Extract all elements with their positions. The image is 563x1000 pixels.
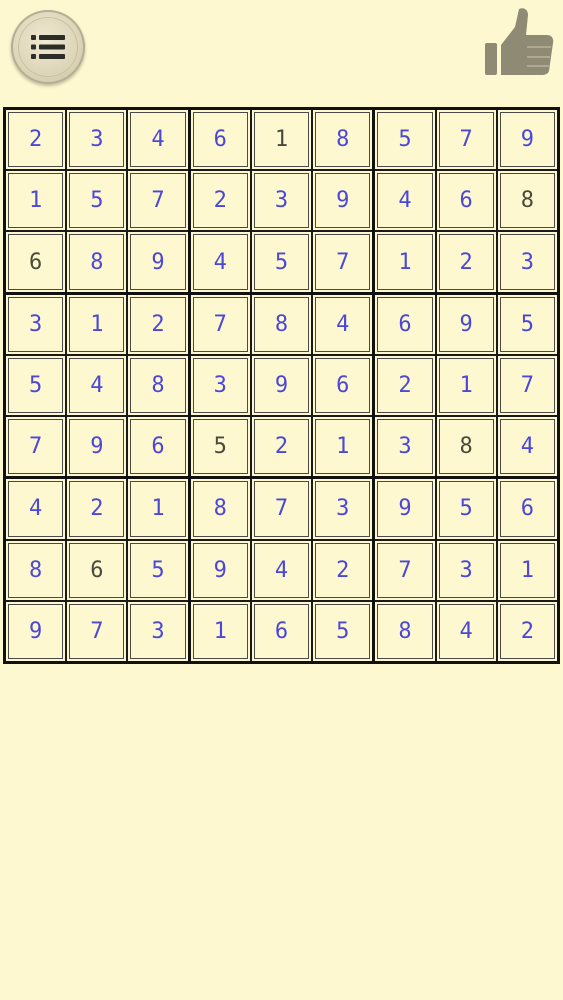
sudoku-cell[interactable]: 3 xyxy=(6,294,66,354)
sudoku-cell[interactable]: 3 xyxy=(190,355,250,416)
sudoku-cell[interactable]: 1 xyxy=(313,417,373,477)
sudoku-cell[interactable]: 8 xyxy=(436,417,496,477)
sudoku-board: 2341576896182394575794681233125487967843… xyxy=(3,107,560,664)
sudoku-cell[interactable]: 8 xyxy=(6,540,66,600)
sudoku-cell[interactable]: 1 xyxy=(497,540,557,600)
sudoku-box: 234 157 689 xyxy=(6,110,188,292)
sudoku-box: 695 217 384 xyxy=(375,294,557,477)
thumbs-up-icon xyxy=(485,8,554,75)
menu-button-face xyxy=(19,18,77,76)
sudoku-cell[interactable]: 4 xyxy=(497,417,557,477)
sudoku-box: 956 731 842 xyxy=(375,479,557,661)
sudoku-cell[interactable]: 9 xyxy=(313,171,373,231)
sudoku-cell[interactable]: 9 xyxy=(6,601,66,661)
sudoku-cell[interactable]: 2 xyxy=(251,417,312,477)
sudoku-cell[interactable]: 4 xyxy=(6,479,66,539)
sudoku-cell[interactable]: 5 xyxy=(313,601,373,661)
sudoku-cell[interactable]: 2 xyxy=(436,232,496,292)
sudoku-cell[interactable]: 3 xyxy=(251,171,312,231)
sudoku-cell[interactable]: 9 xyxy=(190,540,250,600)
sudoku-cell[interactable]: 6 xyxy=(313,355,373,416)
sudoku-cell[interactable]: 5 xyxy=(6,355,66,416)
sudoku-cell[interactable]: 5 xyxy=(436,479,496,539)
sudoku-cell[interactable]: 4 xyxy=(251,540,312,600)
sudoku-cell[interactable]: 7 xyxy=(251,479,312,539)
sudoku-cell[interactable]: 3 xyxy=(313,479,373,539)
sudoku-cell[interactable]: 9 xyxy=(497,110,557,170)
sudoku-cell[interactable]: 9 xyxy=(375,479,435,539)
sudoku-cell[interactable]: 6 xyxy=(497,479,557,539)
sudoku-cell[interactable]: 1 xyxy=(128,479,188,539)
sudoku-cell[interactable]: 8 xyxy=(67,232,127,292)
sudoku-cell[interactable]: 7 xyxy=(375,540,435,600)
sudoku-cell[interactable]: 1 xyxy=(436,355,496,416)
sudoku-cell[interactable]: 3 xyxy=(375,417,435,477)
sudoku-cell[interactable]: 4 xyxy=(375,171,435,231)
sudoku-cell[interactable]: 1 xyxy=(190,601,250,661)
sudoku-cell[interactable]: 4 xyxy=(313,294,373,354)
thumbs-up-button[interactable] xyxy=(483,5,555,77)
sudoku-cell[interactable]: 7 xyxy=(190,294,250,354)
sudoku-cell[interactable]: 9 xyxy=(128,232,188,292)
sudoku-cell[interactable]: 8 xyxy=(497,171,557,231)
sudoku-cell[interactable]: 9 xyxy=(436,294,496,354)
sudoku-cell[interactable]: 6 xyxy=(67,540,127,600)
sudoku-cell[interactable]: 3 xyxy=(67,110,127,170)
sudoku-cell[interactable]: 4 xyxy=(67,355,127,416)
sudoku-cell[interactable]: 6 xyxy=(436,171,496,231)
sudoku-cell[interactable]: 5 xyxy=(128,540,188,600)
sudoku-cell[interactable]: 8 xyxy=(375,601,435,661)
sudoku-box: 618 239 457 xyxy=(190,110,373,292)
sudoku-cell[interactable]: 3 xyxy=(497,232,557,292)
sudoku-cell[interactable]: 4 xyxy=(128,110,188,170)
sudoku-cell[interactable]: 2 xyxy=(190,171,250,231)
sudoku-cell[interactable]: 8 xyxy=(313,110,373,170)
sudoku-cell[interactable]: 7 xyxy=(128,171,188,231)
list-icon xyxy=(31,35,65,59)
sudoku-cell[interactable]: 1 xyxy=(375,232,435,292)
sudoku-cell[interactable]: 2 xyxy=(313,540,373,600)
sudoku-cell[interactable]: 7 xyxy=(436,110,496,170)
sudoku-cell[interactable]: 4 xyxy=(190,232,250,292)
sudoku-cell[interactable]: 7 xyxy=(497,355,557,416)
sudoku-cell[interactable]: 7 xyxy=(67,601,127,661)
sudoku-cell[interactable]: 8 xyxy=(190,479,250,539)
sudoku-box: 312 548 796 xyxy=(6,294,188,477)
sudoku-box: 784 396 521 xyxy=(190,294,373,477)
sudoku-cell[interactable]: 2 xyxy=(67,479,127,539)
sudoku-cell[interactable]: 2 xyxy=(497,601,557,661)
sudoku-cell[interactable]: 2 xyxy=(6,110,66,170)
sudoku-cell[interactable]: 6 xyxy=(128,417,188,477)
sudoku-cell[interactable]: 5 xyxy=(497,294,557,354)
sudoku-cell[interactable]: 8 xyxy=(128,355,188,416)
sudoku-cell[interactable]: 9 xyxy=(67,417,127,477)
sudoku-cell[interactable]: 5 xyxy=(375,110,435,170)
sudoku-cell[interactable]: 3 xyxy=(128,601,188,661)
sudoku-cell[interactable]: 5 xyxy=(67,171,127,231)
sudoku-cell[interactable]: 7 xyxy=(6,417,66,477)
sudoku-cell[interactable]: 6 xyxy=(375,294,435,354)
sudoku-cell[interactable]: 5 xyxy=(251,232,312,292)
sudoku-cell[interactable]: 1 xyxy=(6,171,66,231)
sudoku-cell[interactable]: 2 xyxy=(128,294,188,354)
sudoku-cell[interactable]: 5 xyxy=(190,417,250,477)
sudoku-cell[interactable]: 7 xyxy=(313,232,373,292)
sudoku-cell[interactable]: 1 xyxy=(67,294,127,354)
menu-button[interactable] xyxy=(11,10,85,84)
sudoku-cell[interactable]: 2 xyxy=(375,355,435,416)
sudoku-cell[interactable]: 3 xyxy=(436,540,496,600)
sudoku-box: 421 865 973 xyxy=(6,479,188,661)
sudoku-cell[interactable]: 9 xyxy=(251,355,312,416)
sudoku-cell[interactable]: 4 xyxy=(436,601,496,661)
sudoku-cell[interactable]: 8 xyxy=(251,294,312,354)
sudoku-cell[interactable]: 6 xyxy=(6,232,66,292)
sudoku-box: 579 468 123 xyxy=(375,110,557,292)
sudoku-box: 873 942 165 xyxy=(190,479,373,661)
sudoku-cell[interactable]: 6 xyxy=(251,601,312,661)
sudoku-cell[interactable]: 1 xyxy=(251,110,312,170)
sudoku-cell[interactable]: 6 xyxy=(190,110,250,170)
